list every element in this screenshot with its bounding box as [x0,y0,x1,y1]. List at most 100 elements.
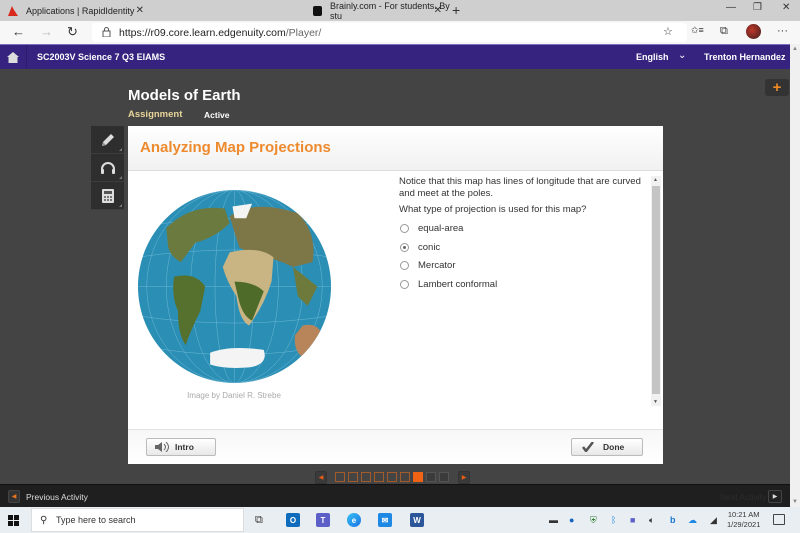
option-label: conic [418,242,441,253]
close-tab-icon[interactable]: ✕ [136,5,144,16]
audio-tool-button[interactable] [91,154,124,182]
close-window-button[interactable]: ✕ [782,2,790,13]
content-scrollbar[interactable]: ▲ ▼ [651,176,661,406]
scroll-up-icon[interactable]: ▲ [792,46,798,52]
browser-tab-bar: Applications | RapidIdentity ✕ SC2003V S… [0,0,800,61]
bluetooth-icon[interactable]: ᛒ [611,515,616,525]
pager-step[interactable] [387,472,397,482]
windows-start-button[interactable] [8,515,19,526]
new-tab-button[interactable]: + [452,2,460,18]
page-scrollbar[interactable]: ▲ ▼ [790,44,800,507]
volume-icon[interactable]: 🔈︎ [649,515,654,526]
scrollbar-thumb[interactable] [652,186,660,394]
calculator-tool-button[interactable] [91,182,124,210]
scroll-down-icon[interactable]: ▼ [653,399,658,405]
answer-option[interactable]: equal-area [400,223,463,234]
pager-prev-button[interactable]: ◀ [315,470,327,484]
edge-icon[interactable]: e [347,513,361,527]
notes-tool-button[interactable] [91,126,124,154]
intro-button[interactable]: Intro [146,438,216,456]
pager-step[interactable] [439,472,449,482]
next-activity-button[interactable]: ▶ [768,490,782,503]
activity-pager: ◀ ▶ [315,470,470,484]
user-name[interactable]: Trenton Hernandez [704,52,786,62]
teams-tray-icon[interactable]: ■ [630,515,635,525]
scroll-down-icon[interactable]: ▼ [792,499,798,505]
address-bar-row: ← → ↻ https://r09.core.learn.edgenuity.c… [0,21,800,44]
favorites-icon[interactable]: ✩≡ [691,25,704,36]
pager-step[interactable] [426,472,436,482]
url-host: https://r09.core.learn.edgenuity.com [119,26,286,39]
intro-label: Intro [175,442,194,452]
taskbar-search-input[interactable]: ⚲ Type here to search [31,508,244,532]
clock-date: 1/29/2021 [727,520,761,529]
radio-button[interactable] [400,224,409,233]
expand-plus-button[interactable]: + [765,79,789,96]
pager-next-button[interactable]: ▶ [458,470,470,484]
collections-icon[interactable]: ⧉ [720,25,728,38]
radio-button[interactable] [400,261,409,270]
pager-step[interactable] [361,472,371,482]
done-button[interactable]: Done [571,438,643,456]
language-select[interactable]: English [636,52,669,62]
chevron-down-icon[interactable]: ⌄ [678,50,686,61]
next-activity-label[interactable]: Next Activity [720,492,766,502]
battery-icon[interactable]: ▬ [549,515,558,525]
pager-step-current[interactable] [413,472,423,482]
system-clock[interactable]: 10:21 AM 1/29/2021 [727,510,760,530]
brainly-icon [313,6,322,16]
speaker-icon [155,442,169,452]
tab-rapididentity[interactable]: Applications | RapidIdentity ✕ [0,1,152,21]
headphones-icon [100,161,115,174]
onedrive-icon[interactable]: ☁ [688,515,697,526]
teams-icon[interactable]: T [316,513,330,527]
back-button[interactable]: ← [12,24,25,39]
radio-button-selected[interactable] [400,243,409,252]
forward-button[interactable]: → [40,24,53,39]
image-credit: Image by Daniel R. Strebe [187,391,281,400]
activity-navigation-bar: ◀ Previous Activity Next Activity ▶ [0,484,790,507]
previous-activity-label[interactable]: Previous Activity [26,492,88,502]
left-arrow-icon: ◀ [11,494,17,500]
scroll-up-icon[interactable]: ▲ [653,177,658,183]
refresh-button[interactable]: ↻ [67,24,78,40]
pager-step[interactable] [348,472,358,482]
minimize-button[interactable]: — [726,2,736,13]
pager-step[interactable] [400,472,410,482]
done-label: Done [603,442,625,452]
tools-panel [91,126,124,210]
pencil-icon [101,133,114,146]
answer-option[interactable]: Lambert conformal [400,279,497,290]
answer-option[interactable]: Mercator [400,260,455,271]
mail-icon[interactable]: ✉ [378,513,392,527]
profile-avatar[interactable] [746,24,761,39]
wifi-signal-icon[interactable]: ◢ [710,515,717,526]
tab-brainly[interactable]: Brainly.com - For students. By stu ✕ [305,1,450,21]
question-intro: Notice that this map has lines of longit… [399,176,641,199]
bing-icon[interactable]: b [670,515,676,525]
more-menu-icon[interactable]: ··· [777,25,788,37]
tab-label: Applications | RapidIdentity [26,6,135,16]
task-view-icon[interactable]: ⧉ [255,514,263,527]
home-button[interactable] [0,45,27,70]
option-label: Mercator [418,260,456,271]
restore-button[interactable]: ❐ [753,2,762,13]
radio-button[interactable] [400,280,409,289]
pager-step[interactable] [335,472,345,482]
home-icon [7,52,19,63]
option-label: equal-area [418,223,464,234]
answer-option-selected[interactable]: conic [400,242,440,253]
favorite-star-icon[interactable]: ☆ [663,25,673,38]
search-placeholder: Type here to search [56,515,136,525]
network-globe-icon[interactable]: ● [569,515,574,525]
notifications-icon[interactable] [773,514,785,525]
outlook-icon[interactable]: O [286,513,300,527]
activity-area: Models of Earth Assignment Active + Anal… [0,69,790,484]
lock-icon [102,27,111,37]
security-shield-icon[interactable]: ⛨ [590,515,597,526]
word-icon[interactable]: W [410,513,424,527]
pager-step[interactable] [374,472,384,482]
url-field[interactable]: https://r09.core.learn.edgenuity.com/Pla… [92,23,687,42]
close-tab-icon[interactable]: ✕ [434,5,442,16]
previous-activity-button[interactable]: ◀ [8,490,20,503]
